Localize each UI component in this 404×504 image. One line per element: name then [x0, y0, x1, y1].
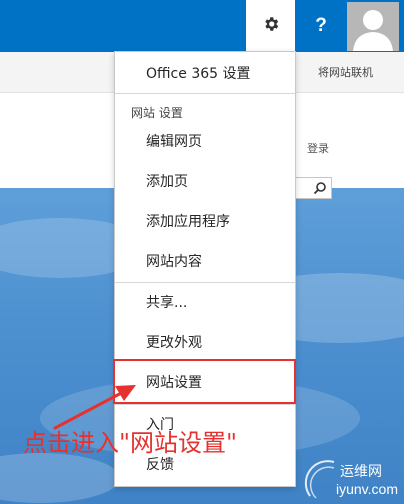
watermark-text: 运维网 [340, 464, 382, 480]
watermark-url: iyunv.com [336, 481, 398, 497]
annotation-text: 点击进入"网站设置" [23, 429, 238, 457]
